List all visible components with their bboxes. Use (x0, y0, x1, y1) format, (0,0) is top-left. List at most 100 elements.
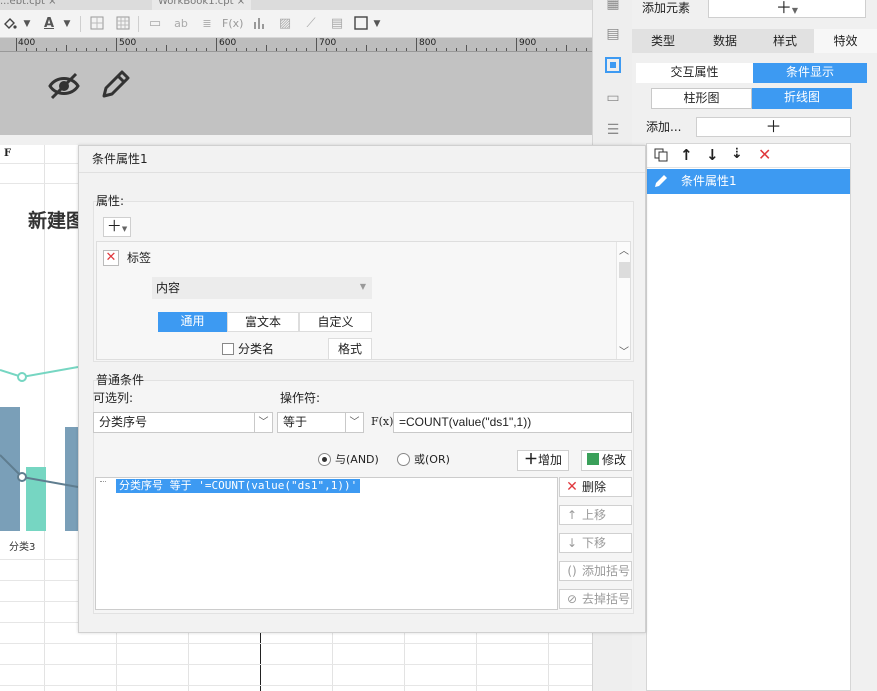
ruler-tick (366, 45, 367, 51)
add-element-button[interactable]: ＋▼ (708, 0, 866, 18)
delete-button[interactable]: ✕ 删除 (559, 477, 632, 497)
insert-row-icon[interactable]: ▭ (146, 15, 164, 33)
ruler-tick (446, 48, 447, 51)
ruler-tick (416, 38, 417, 51)
ruler-tick (246, 48, 247, 51)
chevron-down-icon[interactable]: ▼ (62, 15, 72, 33)
delete-icon[interactable]: ✕ (758, 145, 771, 164)
list-item-selected[interactable]: 条件属性1 (647, 169, 850, 194)
font-color-icon[interactable]: A (40, 15, 58, 33)
tab-style[interactable]: 样式 (756, 29, 814, 53)
tab-general[interactable]: 通用 (158, 312, 227, 332)
ruler-label: 800 (419, 38, 437, 48)
arrow-up-icon[interactable]: ↑ (680, 146, 693, 164)
arrow-down-icon[interactable]: ↓ (706, 146, 719, 164)
and-radio[interactable] (318, 453, 331, 466)
tab-rich-text[interactable]: 富文本 (227, 312, 299, 332)
scrollbar-thumb[interactable] (619, 262, 630, 278)
float-element-icon[interactable]: ▭ (603, 88, 623, 108)
condition-icon[interactable]: ☰ (603, 120, 623, 140)
tab-condition-display[interactable]: 条件显示 (753, 63, 867, 83)
separator (138, 16, 139, 32)
or-radio[interactable] (397, 453, 410, 466)
document-tab-active[interactable]: WorkBook1.cpt × (152, 0, 252, 10)
ruler-label: 500 (119, 38, 137, 48)
ruler-tick (56, 48, 57, 51)
tab-bar-chart[interactable]: 柱形图 (651, 88, 752, 109)
plus-icon: ＋ (523, 452, 538, 468)
chevron-down-icon[interactable]: ▼ (22, 15, 32, 33)
column-header: F (4, 148, 12, 159)
tab-interaction[interactable]: 交互属性 (636, 63, 753, 83)
fill-color-icon[interactable] (2, 15, 18, 33)
hide-eye-icon[interactable] (46, 68, 82, 107)
ruler-tick (286, 48, 287, 51)
ruler-label: 600 (219, 38, 237, 48)
ruler-tick (496, 48, 497, 51)
tab-line-chart[interactable]: 折线图 (752, 88, 852, 109)
document-tab[interactable]: ...ebt.cpt × (0, 0, 62, 10)
tab-data[interactable]: 数据 (694, 29, 756, 53)
add-label: 添加... (646, 120, 682, 134)
ruler-tick (306, 48, 307, 51)
text-icon[interactable]: ab (172, 15, 190, 33)
cell-attribute-icon[interactable]: ▦ (603, 0, 623, 14)
ruler-tick (46, 48, 47, 51)
image-icon[interactable]: ▨ (276, 15, 294, 33)
ruler-tick (466, 45, 467, 51)
scrollbar[interactable]: ︿ ﹀ (616, 242, 630, 359)
modify-button[interactable]: 修改 (581, 450, 632, 471)
widget-setting-icon[interactable] (603, 56, 623, 76)
tab-effects[interactable]: 特效 (814, 29, 877, 53)
ruler-tick (236, 48, 237, 51)
content-dropdown[interactable]: 内容 ▼ (152, 277, 372, 299)
format-button[interactable]: 格式 (328, 338, 372, 359)
tab-custom[interactable]: 自定义 (299, 312, 372, 332)
add-bracket-button[interactable]: () 添加括号 (559, 561, 632, 581)
column-select-value: 分类序号 (99, 415, 148, 429)
formula-input[interactable]: =COUNT(value("ds1",1)) (393, 412, 632, 433)
formula-icon[interactable]: F(x) (371, 412, 393, 432)
ruler-tick (206, 48, 207, 51)
operator-select[interactable]: 等于 ﹀ (277, 412, 364, 433)
or-label: 或(OR) (414, 453, 450, 466)
chevron-down-icon: ▼ (359, 282, 366, 291)
formula-icon[interactable]: F(x) (222, 15, 243, 33)
add-attribute-button[interactable]: ＋▼ (103, 217, 131, 237)
border-style-icon[interactable] (352, 15, 370, 33)
chart-icon[interactable] (250, 15, 268, 33)
subreport-icon[interactable]: ▤ (328, 15, 346, 33)
ruler-tick (556, 48, 557, 51)
move-bottom-icon[interactable]: ⇣ (731, 146, 743, 162)
chevron-down-icon[interactable]: ﹀ (619, 343, 629, 358)
column-select[interactable]: 分类序号 ﹀ (93, 412, 273, 433)
arrow-down-icon: ↓ (566, 536, 578, 550)
border-icon[interactable] (88, 15, 106, 33)
cell-element-icon[interactable]: ▤ (603, 24, 623, 44)
condition-item-selected[interactable]: 分类序号 等于 '=COUNT(value("ds1",1))' (116, 479, 361, 493)
remove-bracket-button[interactable]: ⊘ 去掉括号 (559, 589, 632, 609)
copy-icon[interactable] (653, 147, 669, 166)
ruler-tick (186, 48, 187, 51)
list-toolbar: ↑ ↓ ⇣ ✕ (647, 144, 850, 168)
move-up-button[interactable]: ↑ 上移 (559, 505, 632, 525)
arrow-up-icon: ↑ (566, 508, 578, 522)
category-name-checkbox[interactable] (222, 343, 234, 355)
condition-list[interactable]: 分类序号 等于 '=COUNT(value("ds1",1))' (95, 477, 558, 610)
ruler-tick (546, 48, 547, 51)
ruler-tick (96, 48, 97, 51)
add-condition-button[interactable]: ＋ (696, 117, 851, 137)
grid-icon[interactable] (114, 15, 132, 33)
tab-type[interactable]: 类型 (632, 29, 694, 53)
pencil-icon[interactable] (98, 68, 132, 105)
slash-icon[interactable]: ⟋ (302, 15, 320, 33)
ruler-tick (26, 48, 27, 51)
category-label: 分类3 (9, 542, 36, 553)
ruler-tick (136, 48, 137, 51)
move-down-button[interactable]: ↓ 下移 (559, 533, 632, 553)
add-button[interactable]: ＋增加 (517, 450, 569, 471)
chevron-up-icon[interactable]: ︿ (619, 242, 629, 257)
rich-text-icon[interactable]: ≣ (198, 15, 216, 33)
remove-attribute-icon[interactable]: ✕ (103, 250, 119, 266)
chevron-down-icon[interactable]: ▼ (372, 15, 382, 33)
